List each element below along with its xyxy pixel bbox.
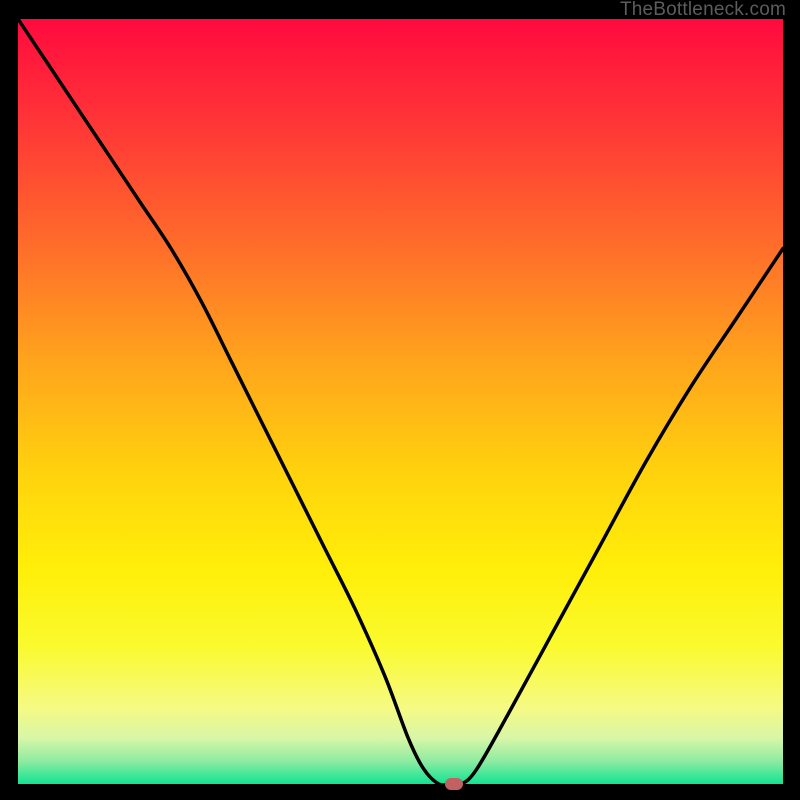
watermark-text: TheBottleneck.com: [620, 0, 786, 21]
chart-container: TheBottleneck.com: [0, 0, 800, 800]
plot-area: [18, 19, 783, 784]
bottleneck-curve: [18, 19, 783, 784]
minimum-marker: [445, 778, 463, 790]
